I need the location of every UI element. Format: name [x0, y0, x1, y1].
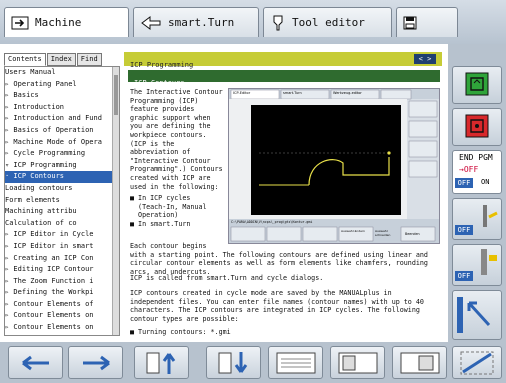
tab-tool-editor-label: Tool editor: [292, 16, 365, 29]
shot-tab-3: Werkzeug-editor: [333, 91, 362, 95]
page-up-icon: [146, 352, 175, 374]
doc-right-button[interactable]: [392, 346, 447, 379]
shot-btn-exit: Beenden: [405, 232, 420, 236]
tab-tool-editor[interactable]: Tool editor: [263, 7, 392, 37]
end-pgm-button[interactable]: END PGM →OFF OFF ON: [452, 150, 502, 194]
shot-btn-change: Auswahl ändern: [341, 229, 366, 233]
tab-find[interactable]: Find: [76, 53, 102, 66]
tree-item[interactable]: ▹ Basics of Operation: [5, 125, 119, 137]
tab-machine[interactable]: Machine: [4, 7, 129, 37]
tab-smart-turn-label: smart.Turn: [168, 16, 235, 29]
red-arrows-icon: [465, 114, 489, 138]
shot-tab-2: smart.Turn: [283, 91, 302, 95]
turning-bullet: ■ Turning contours: *.gmi: [130, 328, 231, 336]
tab-index[interactable]: Index: [46, 53, 76, 66]
shot-btn-cut: Auswahl schneiden: [375, 229, 391, 237]
save-icon: [403, 16, 417, 30]
back-button[interactable]: [8, 346, 63, 379]
tree-item[interactable]: ▹ Contour Elements of: [5, 299, 119, 311]
end-pgm-label: END PGM: [459, 153, 493, 162]
page-up-button[interactable]: [134, 346, 189, 379]
on-label: ON: [481, 178, 490, 186]
diagonal-line-icon: [460, 351, 494, 374]
contents-tree[interactable]: Users Manual ▹ Operating Panel ▹ Basics ▹ I…: [4, 66, 120, 336]
breadcrumb: ICP Programming: [130, 61, 194, 69]
tree-item[interactable]: · ICP Contours: [5, 171, 119, 183]
spindle-icon: [481, 249, 497, 275]
tree-item[interactable]: ▹ ICP Editor in smart: [5, 241, 119, 253]
tree-item[interactable]: Machining attribu: [5, 206, 119, 218]
tree-item[interactable]: ▹ Contour Elements on: [5, 310, 119, 322]
tab-smart-turn[interactable]: smart.Turn: [133, 7, 259, 37]
right-softkey-bar: END PGM →OFF OFF ON OFF OFF: [448, 44, 506, 342]
red-cycle-button[interactable]: [452, 108, 502, 146]
document-full-icon: [338, 352, 377, 373]
help-content: ICP Programming < > ICP Contours The Int…: [124, 52, 442, 340]
tree-item[interactable]: ▹ Creating an ICP Con: [5, 253, 119, 265]
scrollbar-thumb[interactable]: [114, 75, 118, 115]
smart-turn-icon: [140, 15, 162, 31]
end-pgm-off: →OFF: [459, 165, 478, 174]
machine-icon: [11, 16, 29, 30]
tree-item[interactable]: Loading contours: [5, 183, 119, 195]
end-pgm-off-text: OFF: [463, 165, 479, 174]
spindle-off-button[interactable]: OFF: [452, 244, 502, 286]
tree-item[interactable]: Users Manual: [5, 67, 119, 79]
icp-editor-screenshot: ICP-Editor smart.Turn Werkzeug-editor C:…: [228, 88, 440, 244]
call-paragraph: ICP is called from smart.Turn and cycle …: [130, 274, 324, 282]
tree-item[interactable]: Form elements: [5, 195, 119, 207]
tree-item[interactable]: ▹ Defining the Workpi: [5, 287, 119, 299]
document-icon: [276, 352, 315, 373]
tree-item[interactable]: ▿ ICP Programming: [5, 160, 119, 172]
tree-item[interactable]: ▹ The Zoom Function i: [5, 276, 119, 288]
breadcrumb-bar: ICP Programming < >: [124, 52, 442, 69]
tree-item[interactable]: ▹ Introduction and Fund: [5, 113, 119, 125]
tree-item[interactable]: Calculation of co: [5, 218, 119, 230]
arrow-right-icon: [82, 355, 110, 370]
tab-machine-label: Machine: [35, 16, 82, 29]
doc-full-button[interactable]: [330, 346, 385, 379]
section-title-bar: ICP Contours: [128, 70, 440, 87]
tree-item[interactable]: ▹ Basics: [5, 90, 119, 102]
doc-left-button[interactable]: [268, 346, 323, 379]
arrow-left-icon: [21, 355, 49, 370]
diagonal-arrow-icon: [457, 297, 491, 333]
tool-off-button[interactable]: OFF: [452, 198, 502, 240]
section-title: ICP Contours: [134, 79, 185, 87]
contour-paragraph: Each contour begins with a starting poin…: [130, 242, 428, 276]
tree-scrollbar[interactable]: [112, 67, 119, 335]
document-split-icon: [400, 352, 439, 373]
shot-tab-1: ICP-Editor: [233, 91, 251, 95]
tree-item[interactable]: ▹ Machine Mode of Opera: [5, 137, 119, 149]
tree-item[interactable]: ▹ Introduction: [5, 102, 119, 114]
usage-bullets: ■ In ICP cycles (Teach-In, Manual Operat…: [130, 194, 207, 228]
tool-editor-icon: [270, 14, 286, 32]
green-arrows-icon: [465, 72, 489, 96]
green-cycle-button[interactable]: [452, 66, 502, 104]
feed-button[interactable]: [452, 290, 502, 340]
top-tab-bar: Machine smart.Turn Tool editor: [0, 0, 506, 44]
tool-icon: [483, 205, 498, 227]
tree-item[interactable]: ▹ ICP Editor in Cycle: [5, 229, 119, 241]
tree-item[interactable]: ▹ Cycle Programming: [5, 148, 119, 160]
forward-button[interactable]: [68, 346, 123, 379]
tree-item[interactable]: ▹ Operating Panel: [5, 79, 119, 91]
files-paragraph: ICP contours created in cycle mode are s…: [130, 289, 424, 323]
help-nav-tabs: Contents Index Find: [4, 53, 102, 66]
tab-save[interactable]: [396, 7, 458, 37]
tab-contents[interactable]: Contents: [4, 53, 46, 66]
page-down-button[interactable]: [206, 346, 261, 379]
page-down-icon: [218, 351, 247, 373]
prev-next-buttons[interactable]: < >: [414, 54, 436, 64]
shot-path: C:\PARA\ADDIN\V\ncps\_prog\gtz\Kontur.gm…: [231, 220, 313, 224]
bottom-softkey-bar: [0, 342, 506, 383]
intro-paragraph: The Interactive Contour Programming (ICP…: [130, 88, 223, 191]
tree-item[interactable]: ▹ Editing ICP Contour: [5, 264, 119, 276]
diagonal-softkey[interactable]: [452, 346, 502, 379]
off-badge: OFF: [455, 178, 473, 188]
tree-item[interactable]: ▹ Contour Elements on: [5, 322, 119, 334]
